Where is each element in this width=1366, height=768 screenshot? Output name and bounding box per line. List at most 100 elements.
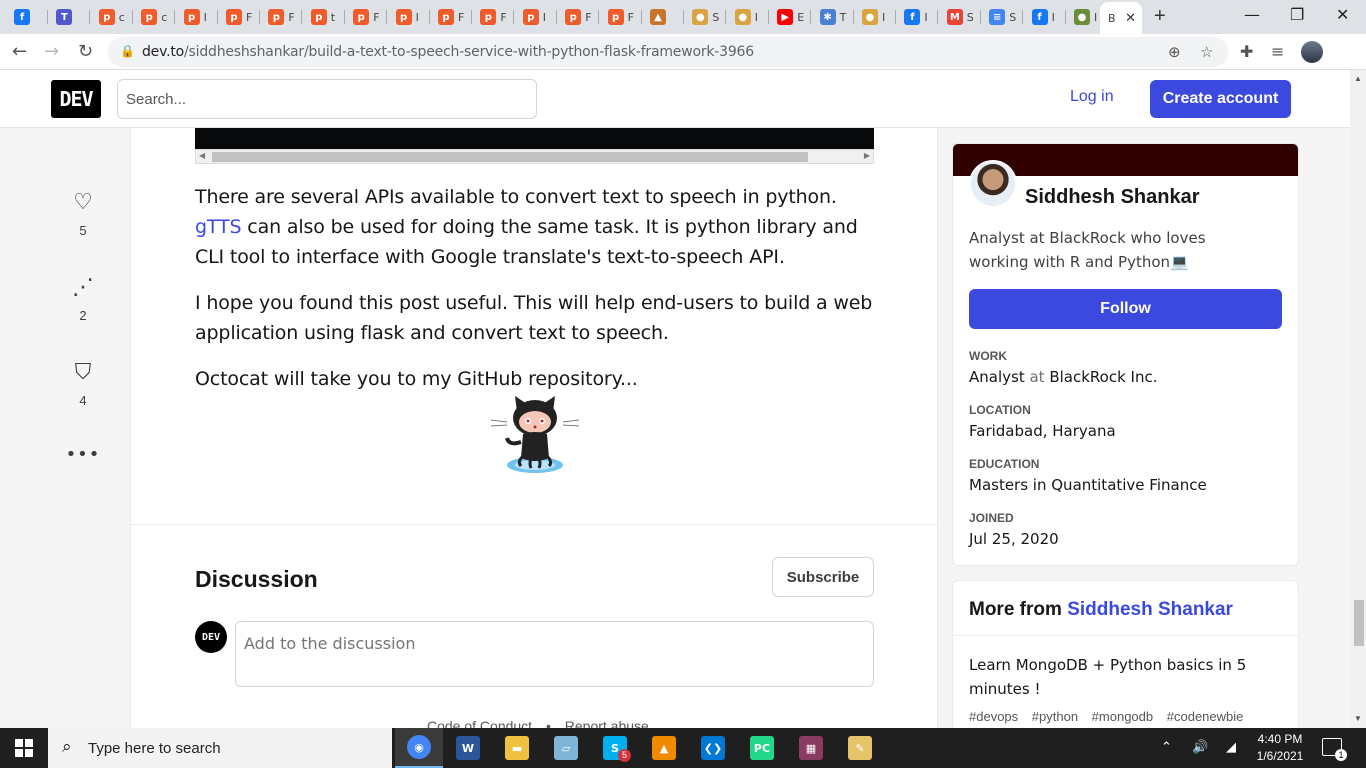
search-input[interactable] <box>117 79 537 119</box>
taskbar-app[interactable]: ▲ <box>640 728 688 768</box>
search-icon: ⌕ <box>62 737 72 757</box>
tag-link[interactable]: #mongodb <box>1092 709 1153 724</box>
subscribe-button[interactable]: Subscribe <box>772 557 874 597</box>
browser-tab[interactable]: ● S <box>684 4 727 30</box>
lock-icon[interactable]: 🔒 <box>120 44 135 58</box>
page-vertical-scrollbar[interactable]: ▲ ▼ <box>1350 70 1366 728</box>
scrollbar-thumb[interactable] <box>212 152 808 162</box>
taskbar-app[interactable]: W <box>444 728 492 768</box>
taskbar-app[interactable]: ▬ <box>493 728 541 768</box>
taskbar-app[interactable]: ❮❯ <box>689 728 737 768</box>
media-control-icon[interactable]: ≡ <box>1271 42 1284 61</box>
scroll-left-icon[interactable]: ◀ <box>199 151 205 160</box>
browser-tab[interactable]: pc <box>91 4 133 30</box>
network-icon[interactable]: ◢ <box>1226 740 1236 755</box>
tag-link[interactable]: #codenewbie <box>1167 709 1244 724</box>
maximize-button[interactable]: ❐ <box>1290 5 1304 24</box>
octocat-image[interactable] <box>487 392 583 476</box>
tab-title: I <box>1051 10 1055 24</box>
minimize-button[interactable]: — <box>1244 5 1260 24</box>
vscode-icon: ❮❯ <box>701 736 725 760</box>
volume-icon[interactable]: 🔊 <box>1192 740 1208 755</box>
author-name[interactable]: Siddhesh Shankar <box>1025 186 1200 209</box>
browser-tab[interactable]: pF <box>218 4 260 30</box>
browser-tab[interactable]: pF <box>557 4 600 30</box>
browser-tab[interactable]: ≡ S <box>981 4 1024 30</box>
login-link[interactable]: Log in <box>1070 88 1114 106</box>
forward-icon[interactable]: → <box>44 41 59 62</box>
browser-tab[interactable]: pF <box>430 4 472 30</box>
tag-link[interactable]: #python <box>1032 709 1078 724</box>
browser-tab[interactable]: fI <box>896 4 939 30</box>
youtube-icon: ▶ <box>777 9 794 25</box>
taskbar-app[interactable]: ◉ <box>395 728 443 768</box>
taskbar-search-box[interactable]: ⌕ Type here to search <box>48 728 392 768</box>
taskbar-app[interactable]: S5 <box>591 728 639 768</box>
taskbar-app[interactable]: ✎ <box>836 728 884 768</box>
create-account-button[interactable]: Create account <box>1150 80 1291 118</box>
file-explorer-icon: ▬ <box>505 736 529 760</box>
browser-tab[interactable]: ● I <box>854 4 896 30</box>
active-browser-tab[interactable]: B ✕ <box>1100 2 1142 34</box>
close-tab-icon[interactable]: ✕ <box>1125 10 1136 26</box>
browser-tab[interactable]: ▲ <box>642 4 684 30</box>
scroll-right-icon[interactable]: ▶ <box>864 151 870 160</box>
profile-avatar[interactable] <box>1301 41 1323 63</box>
scroll-up-icon[interactable]: ▲ <box>1354 74 1362 83</box>
more-icon: ••• <box>65 444 101 465</box>
browser-tab[interactable]: pF <box>345 4 388 30</box>
pocket-icon: p <box>268 9 285 25</box>
tag-link[interactable]: #devops <box>969 709 1018 724</box>
browser-tab[interactable]: ▶ E <box>769 4 812 30</box>
start-button[interactable] <box>0 728 48 768</box>
code-horizontal-scrollbar[interactable]: ◀ ▶ <box>195 149 874 164</box>
browser-tab[interactable]: pI <box>515 4 557 30</box>
browser-tab[interactable]: ● I <box>727 4 769 30</box>
install-app-icon[interactable]: ⊕ <box>1168 43 1181 61</box>
address-bar[interactable]: 🔒 dev.to/siddheshshankar/build-a-text-to… <box>108 37 1228 67</box>
gtts-link[interactable]: gTTS <box>195 216 242 238</box>
browser-tab[interactable]: T <box>48 4 91 30</box>
notification-center-icon[interactable]: 1 <box>1322 738 1347 761</box>
show-hidden-icons-icon[interactable]: ⌃ <box>1161 740 1172 755</box>
browser-tab[interactable]: pF <box>600 4 642 30</box>
dev-logo[interactable]: DEV <box>51 80 101 118</box>
pocket-icon: p <box>522 9 539 25</box>
taskbar-clock[interactable]: 4:40 PM 1/6/2021 <box>1248 731 1312 765</box>
browser-tab[interactable]: pF <box>260 4 303 30</box>
paragraph-apis: There are several APIs available to conv… <box>195 186 858 268</box>
browser-tab[interactable]: pF <box>472 4 515 30</box>
tab-title: F <box>246 10 253 24</box>
close-window-button[interactable]: ✕ <box>1336 5 1349 24</box>
browser-tab[interactable]: fI <box>1024 4 1066 30</box>
browser-tab[interactable]: MS <box>939 4 981 30</box>
scroll-down-icon[interactable]: ▼ <box>1354 714 1362 723</box>
taskbar-app[interactable]: ▱ <box>542 728 590 768</box>
new-tab-button[interactable]: + <box>1154 5 1166 28</box>
browser-tab[interactable]: pt <box>303 4 345 30</box>
heart-reaction-button[interactable]: ♡ 5 <box>62 190 104 238</box>
page-scrollbar-thumb[interactable] <box>1354 600 1364 646</box>
browser-tab[interactable]: pI <box>176 4 218 30</box>
bookmark-reaction-button[interactable]: ⛉ 4 <box>62 360 104 408</box>
back-icon[interactable]: ← <box>12 41 27 62</box>
more-from-author-link[interactable]: Siddhesh Shankar <box>1067 599 1233 620</box>
follow-button[interactable]: Follow <box>969 289 1282 329</box>
browser-tab[interactable]: ✱ T <box>812 4 854 30</box>
comment-textarea[interactable] <box>235 621 874 687</box>
bookmark-star-icon[interactable]: ☆ <box>1200 43 1213 61</box>
facebook-icon: f <box>904 9 921 25</box>
browser-tab[interactable]: pI <box>388 4 430 30</box>
tab-title: t <box>330 10 336 24</box>
reload-icon[interactable]: ↻ <box>78 41 93 62</box>
more-from-post-title[interactable]: Learn MongoDB + Python basics in 5 minut… <box>969 653 1269 701</box>
author-avatar[interactable] <box>969 160 1017 208</box>
extensions-icon[interactable]: ✚ <box>1240 42 1253 61</box>
browser-tab[interactable]: pc <box>133 4 176 30</box>
url-text[interactable]: dev.to/siddheshshankar/build-a-text-to-s… <box>142 44 754 60</box>
browser-tab[interactable]: f <box>6 4 48 30</box>
unicorn-reaction-button[interactable]: ⋰ 2 <box>62 275 104 323</box>
more-options-button[interactable]: ••• <box>62 444 104 465</box>
taskbar-app[interactable]: ▦ <box>787 728 835 768</box>
taskbar-app[interactable]: PC <box>738 728 786 768</box>
